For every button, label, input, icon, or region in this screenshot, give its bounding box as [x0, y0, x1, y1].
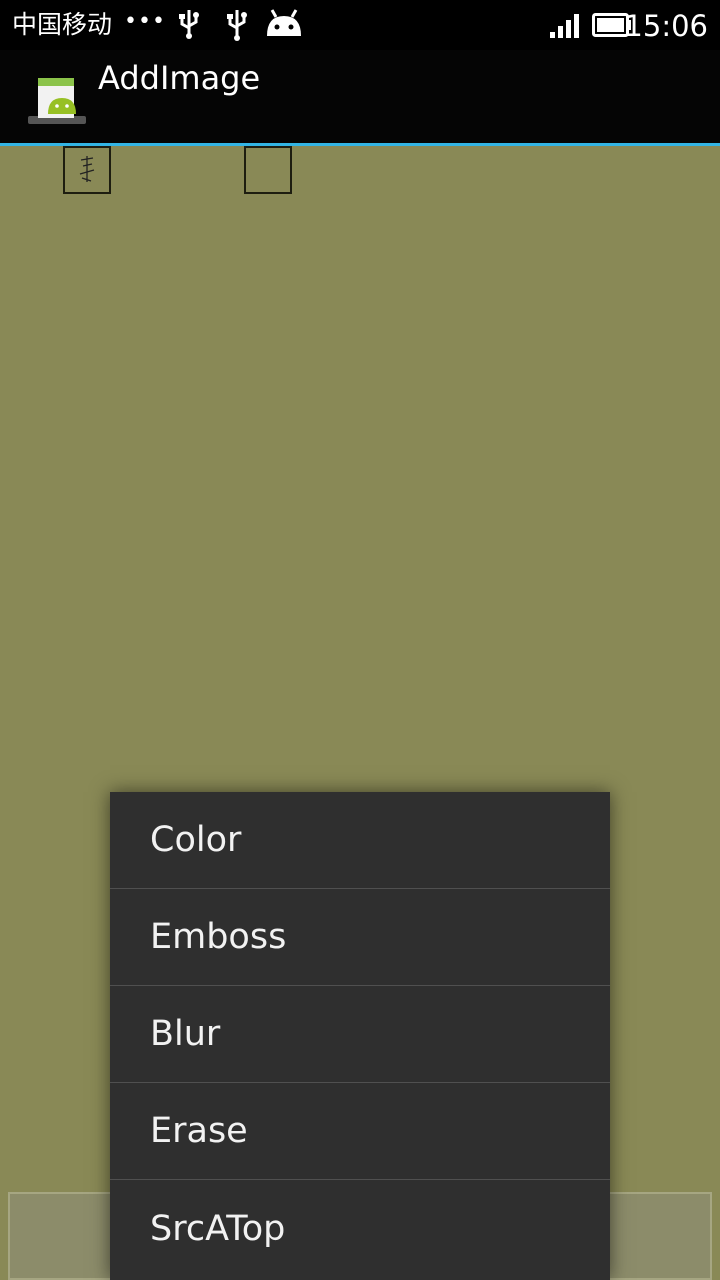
carrier-name: 中国移动	[12, 10, 113, 39]
menu-item-label: Color	[150, 820, 242, 860]
options-menu: Color Emboss Blur Erase SrcATop	[110, 792, 610, 1280]
menu-item-emboss[interactable]: Emboss	[110, 889, 610, 986]
more-notifications-icon: •••	[124, 9, 166, 34]
menu-item-erase[interactable]: Erase	[110, 1083, 610, 1180]
signal-strength-icon	[550, 14, 579, 38]
usb-icon	[179, 10, 199, 39]
app-title: AddImage	[98, 59, 261, 97]
thumbnail-glyph-icon	[79, 156, 95, 182]
image-thumbnail-2[interactable]	[244, 146, 292, 194]
android-debug-icon	[267, 9, 301, 36]
menu-item-label: Blur	[150, 1014, 221, 1054]
menu-item-label: Erase	[150, 1111, 248, 1151]
image-thumbnail-1[interactable]	[63, 146, 111, 194]
usb-debugging-icon	[227, 10, 247, 41]
menu-item-label: SrcATop	[150, 1208, 286, 1249]
menu-item-srcatop[interactable]: SrcATop	[110, 1180, 610, 1277]
menu-item-label: Emboss	[150, 917, 287, 957]
clock: 15:06	[624, 9, 708, 43]
menu-item-blur[interactable]: Blur	[110, 986, 610, 1083]
status-bar: 中国移动 ••• 15:06	[0, 0, 720, 50]
menu-item-color[interactable]: Color	[110, 792, 610, 889]
app-launcher-icon[interactable]	[26, 76, 88, 128]
